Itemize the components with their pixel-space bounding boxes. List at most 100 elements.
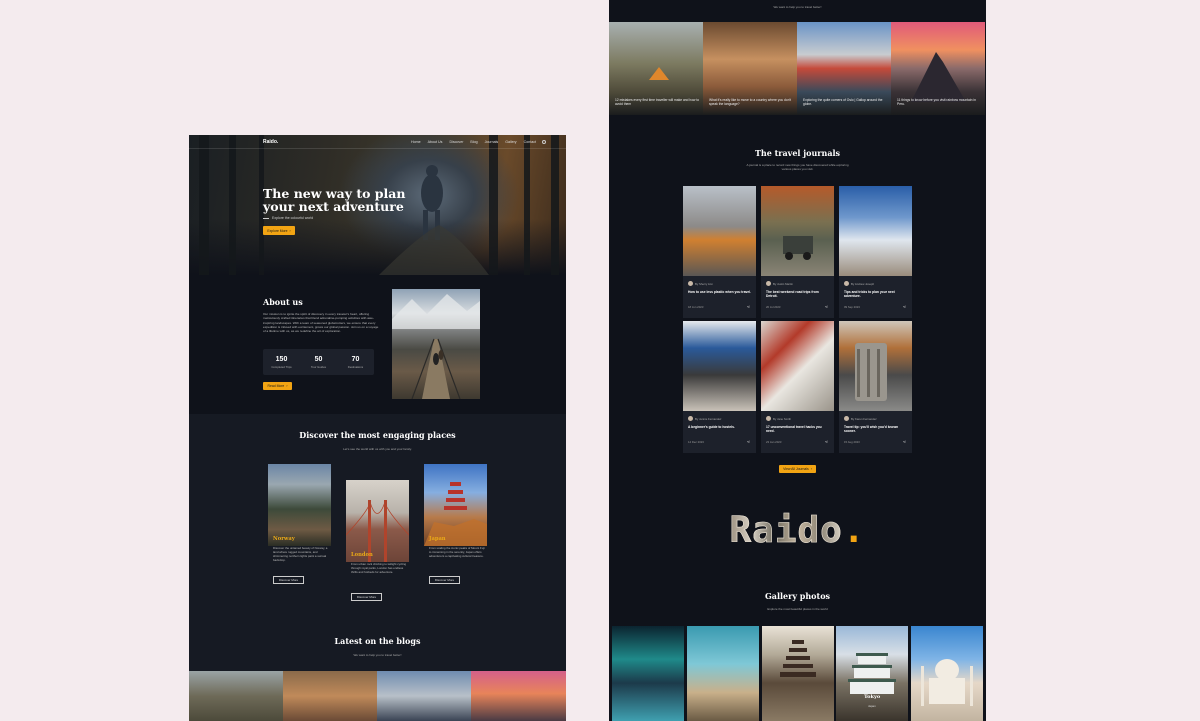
- bridge-hikers-image: [392, 289, 480, 400]
- nav-links: Home About Us Discover Blog Journals Gal…: [411, 140, 536, 144]
- journal-card[interactable]: By Andrew Joseph Tips and tricks to plan…: [839, 186, 912, 318]
- share-icon[interactable]: ⋖: [903, 304, 906, 309]
- share-icon[interactable]: ⋖: [825, 439, 828, 444]
- avatar: [844, 281, 849, 286]
- taj-mahal-illustration: [921, 659, 973, 706]
- journal-author: By Justin Martin: [766, 281, 793, 286]
- nav-link-journals[interactable]: Journals: [485, 140, 499, 144]
- gallery-image-beach[interactable]: [687, 626, 759, 721]
- london-card-description: From urban rock climbing to twilight cyc…: [351, 562, 407, 574]
- journal-date: 14 Dec 2023: [688, 440, 704, 444]
- search-icon[interactable]: [542, 139, 546, 144]
- norway-card-description: Discover the untamed beauty of Norway, a…: [273, 546, 328, 562]
- journal-author: By Sherry Ann: [688, 281, 713, 286]
- blog-thumb-rainbow-mountain[interactable]: [471, 671, 566, 721]
- top-navigation: Raido. Home About Us Discover Blog Journ…: [189, 135, 566, 149]
- discover-subtitle: Let's see the world with us with you and…: [343, 447, 412, 451]
- journal-image-plastic: [683, 186, 756, 276]
- author-name: By Andrew Joseph: [851, 281, 875, 286]
- share-icon[interactable]: ⋖: [747, 439, 750, 444]
- latest-blogs-title: Latest on the blogs: [334, 636, 421, 646]
- journal-date: 23 Jan 2023: [766, 440, 782, 444]
- journal-card[interactable]: By Jennie Fernandez A beginner's guide t…: [683, 321, 756, 453]
- avatar: [844, 416, 849, 421]
- stats-panel: 150 Completed Trips 50 Tour Guides 70 De…: [263, 349, 374, 375]
- view-all-label: View All Journals: [783, 467, 809, 471]
- nav-link-about[interactable]: About Us: [428, 140, 443, 144]
- journal-image-roadtrip: [761, 186, 834, 276]
- blogs-subtitle: We want to help you to travel better!: [773, 5, 822, 9]
- journal-image-adventure: [839, 186, 912, 276]
- blog-post-caption[interactable]: 12 mistakes every first time traveller w…: [615, 98, 701, 107]
- journal-card[interactable]: By Jane Smith 17 unconventional travel h…: [761, 321, 834, 453]
- share-icon[interactable]: ⋖: [903, 439, 906, 444]
- journals-title: The travel journals: [754, 148, 841, 158]
- journal-card[interactable]: By Sherry Ann How to use less plastic wh…: [683, 186, 756, 318]
- stat-value: 50: [314, 355, 323, 363]
- arrow-right-icon: ›: [289, 228, 291, 233]
- journal-title: Tips and tricks to plan your next advent…: [844, 290, 895, 299]
- stat-trips: 150 Completed Trips: [263, 349, 300, 375]
- journal-date: 15 Aug 2023: [844, 440, 860, 444]
- author-name: By Jennie Fernandez: [695, 416, 722, 421]
- read-more-button[interactable]: Read More ›: [263, 382, 292, 390]
- journal-date: 09 Sep 2023: [844, 305, 860, 309]
- blog-thumb-oslo-harbor[interactable]: [377, 671, 471, 721]
- journal-author: By Jane Smith: [766, 416, 791, 421]
- stat-label: Destinations: [347, 364, 364, 369]
- stat-label: Completed Trips: [271, 364, 292, 369]
- journals-subtitle: A journal is a place to record new thing…: [746, 163, 849, 172]
- nav-link-discover[interactable]: Discover: [449, 140, 463, 144]
- london-card-image[interactable]: [345, 480, 410, 562]
- japan-discover-button[interactable]: Discover More: [429, 576, 460, 584]
- nav-link-contact[interactable]: Contact: [524, 140, 536, 144]
- suitcase-illustration: [855, 343, 887, 401]
- discover-label: Discover More: [278, 578, 299, 582]
- author-name: By Karen Fernandez: [851, 416, 877, 421]
- share-icon[interactable]: ⋖: [825, 304, 828, 309]
- journal-author: By Jennie Fernandez: [688, 416, 721, 421]
- about-title: About us: [263, 297, 303, 307]
- journal-image-hacks: [761, 321, 834, 411]
- nav-link-gallery[interactable]: Gallery: [505, 140, 516, 144]
- stat-value: 150: [275, 355, 288, 363]
- avatar: [766, 281, 771, 286]
- stat-value: 70: [351, 355, 360, 363]
- london-discover-button[interactable]: Discover More: [351, 593, 382, 601]
- blog-post-caption[interactable]: What it's really like to move to a count…: [709, 98, 795, 107]
- journal-author: By Andrew Joseph: [844, 281, 874, 286]
- hero-subtitle: Explore the colourful world: [263, 216, 313, 220]
- share-icon[interactable]: ⋖: [747, 304, 750, 309]
- explore-more-button[interactable]: Explore More ›: [263, 226, 295, 235]
- hero-title: The new way to plan your next adventure: [263, 186, 406, 214]
- view-all-journals-button[interactable]: View All Journals ›: [779, 465, 816, 473]
- japan-card-image[interactable]: [424, 464, 487, 546]
- blog-post-caption[interactable]: Exploring the quite corners of Oslo | Ga…: [803, 98, 889, 107]
- discover-label: Discover More: [356, 595, 377, 599]
- gallery-image-aurora[interactable]: [612, 626, 684, 721]
- latest-blogs-subtitle: We want to help you to travel better!: [353, 653, 402, 657]
- blog-thumb-mountain-camp[interactable]: [189, 671, 283, 721]
- gallery-image-temple[interactable]: [762, 626, 834, 721]
- avatar: [688, 416, 693, 421]
- nav-link-blog[interactable]: Blog: [470, 140, 477, 144]
- nav-link-home[interactable]: Home: [411, 140, 421, 144]
- landing-page-left: The new way to plan your next adventure …: [189, 135, 566, 721]
- nav-logo[interactable]: Raido.: [263, 139, 278, 145]
- norway-card-image[interactable]: [268, 464, 331, 546]
- journal-title: The best weekend road trips from Detroit…: [766, 290, 819, 299]
- pagoda-temple-illustration: [780, 640, 816, 677]
- gallery-highlight-subtitle: Japan: [868, 704, 876, 708]
- journal-card[interactable]: By Karen Fernandez Travel tip: you'll wi…: [839, 321, 912, 453]
- journal-card[interactable]: By Justin Martin The best weekend road t…: [761, 186, 834, 318]
- blog-thumb-woman-dog[interactable]: [283, 671, 377, 721]
- brand-dot: .: [842, 510, 866, 551]
- gallery-image-taj-mahal[interactable]: [911, 626, 983, 721]
- journal-author: By Karen Fernandez: [844, 416, 877, 421]
- blog-post-caption[interactable]: 11 things to know before you visit rainb…: [897, 98, 983, 107]
- journal-title: How to use less plastic when you travel.: [688, 290, 752, 294]
- journal-image-hostel: [683, 321, 756, 411]
- norway-discover-button[interactable]: Discover More: [273, 576, 304, 584]
- author-name: By Sherry Ann: [695, 281, 713, 286]
- stat-guides: 50 Tour Guides: [300, 349, 337, 375]
